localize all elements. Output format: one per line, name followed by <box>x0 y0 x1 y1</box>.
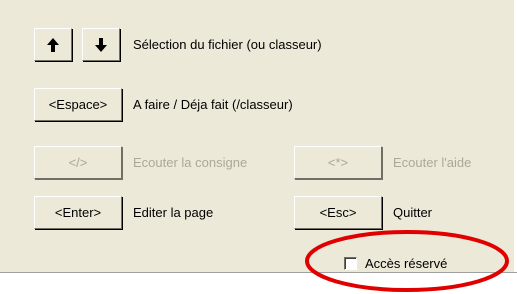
restricted-access-label: Accès réservé <box>365 256 448 271</box>
enter-button[interactable]: <Enter> <box>34 196 122 229</box>
arrow-down-icon <box>94 37 108 53</box>
listen-help-button[interactable]: <*> <box>294 146 382 179</box>
listen-instruction-label: Ecouter la consigne <box>133 155 248 170</box>
listen-instruction-button[interactable]: </> <box>34 146 122 179</box>
space-button[interactable]: <Espace> <box>34 88 122 121</box>
todo-label: A faire / Déja fait (/classeur) <box>133 97 293 112</box>
edit-page-label: Editer la page <box>133 205 214 220</box>
shortcut-panel: Sélection du fichier (ou classeur) <Espa… <box>0 0 515 273</box>
arrow-up-icon <box>46 37 60 53</box>
arrow-up-button[interactable] <box>34 28 72 61</box>
restricted-access-checkbox[interactable] <box>344 257 357 270</box>
file-selection-label: Sélection du fichier (ou classeur) <box>133 37 322 52</box>
quit-label: Quitter <box>393 205 433 220</box>
arrow-down-button[interactable] <box>82 28 120 61</box>
esc-button[interactable]: <Esc> <box>294 196 382 229</box>
listen-help-label: Ecouter l'aide <box>393 155 472 170</box>
bottom-divider <box>0 272 517 273</box>
restricted-access-option[interactable]: Accès réservé <box>344 256 447 271</box>
